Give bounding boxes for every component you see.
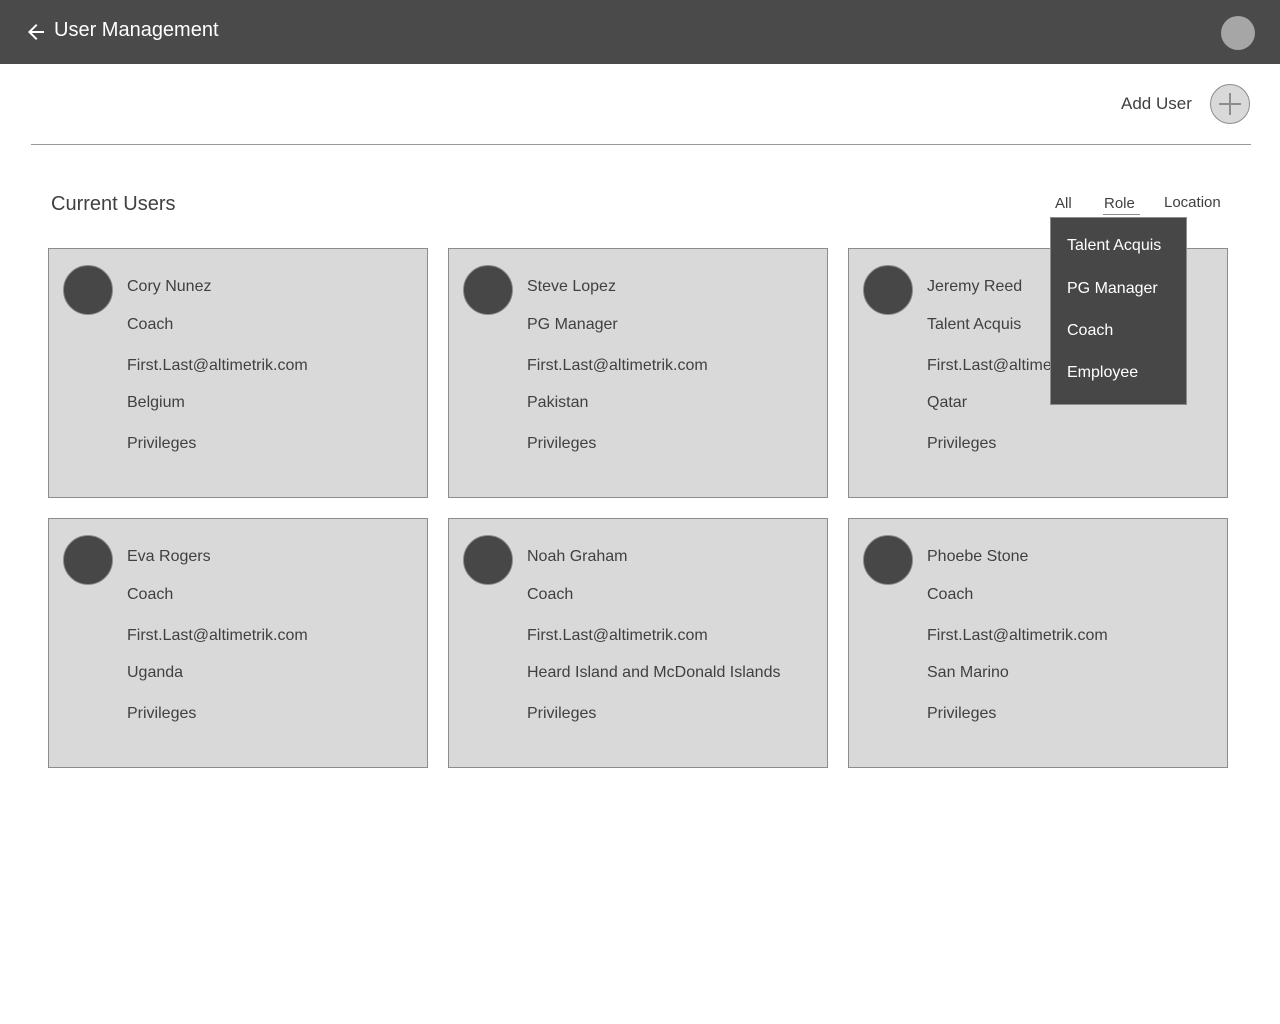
menu-item-pg-manager[interactable]: PG Manager xyxy=(1067,279,1158,299)
avatar xyxy=(863,535,913,585)
user-country: San Marino xyxy=(927,664,1009,681)
plus-icon xyxy=(1219,93,1241,115)
menu-item-talent-acquisition[interactable]: Talent Acquis xyxy=(1067,236,1161,256)
filter-tab-role[interactable]: Role xyxy=(1104,195,1135,213)
app-bar: User Management xyxy=(0,0,1280,64)
menu-item-employee[interactable]: Employee xyxy=(1067,363,1138,383)
add-user-label[interactable]: Add User xyxy=(1121,94,1192,114)
back-button[interactable] xyxy=(24,20,48,44)
privileges-link[interactable]: Privileges xyxy=(927,704,996,724)
user-role: Coach xyxy=(527,586,574,603)
user-role: Talent Acquis xyxy=(927,316,1022,333)
user-country: Heard Island and McDonald Islands xyxy=(527,664,781,681)
user-country: Uganda xyxy=(127,664,184,681)
active-tab-indicator xyxy=(1103,214,1140,215)
user-role: Coach xyxy=(127,586,174,603)
user-card[interactable]: Cory Nunez Coach First.Last@altimetrik.c… xyxy=(48,248,428,498)
user-name: Cory Nunez xyxy=(127,278,212,295)
user-card[interactable]: Noah Graham Coach First.Last@altimetrik.… xyxy=(448,518,828,768)
user-name: Eva Rogers xyxy=(127,548,211,565)
avatar xyxy=(63,265,113,315)
user-role: Coach xyxy=(127,316,174,333)
user-country: Belgium xyxy=(127,394,185,411)
user-email: First.Last@altimetrik.com xyxy=(527,627,708,644)
privileges-link[interactable]: Privileges xyxy=(127,704,196,724)
user-country: Pakistan xyxy=(527,394,589,411)
divider xyxy=(31,144,1251,145)
user-name: Jeremy Reed xyxy=(927,278,1023,295)
page-title: User Management xyxy=(54,19,219,41)
privileges-link[interactable]: Privileges xyxy=(127,434,196,454)
privileges-link[interactable]: Privileges xyxy=(527,434,596,454)
user-role: Coach xyxy=(927,586,974,603)
user-card[interactable]: Steve Lopez PG Manager First.Last@altime… xyxy=(448,248,828,498)
menu-item-coach[interactable]: Coach xyxy=(1067,321,1113,341)
arrow-left-icon xyxy=(28,24,44,40)
privileges-link[interactable]: Privileges xyxy=(527,704,596,724)
role-dropdown-menu: Talent Acquis PG Manager Coach Employee xyxy=(1050,217,1187,405)
filter-tab-location[interactable]: Location xyxy=(1164,194,1221,212)
user-role: PG Manager xyxy=(527,316,618,333)
user-card[interactable]: Phoebe Stone Coach First.Last@altimetrik… xyxy=(848,518,1228,768)
user-email: First.Last@altimetrik.com xyxy=(127,627,308,644)
user-country: Qatar xyxy=(927,394,968,411)
user-email: First.Last@altimetrik.com xyxy=(927,627,1108,644)
avatar xyxy=(463,265,513,315)
avatar xyxy=(863,265,913,315)
add-user-button[interactable] xyxy=(1210,84,1250,124)
user-card[interactable]: Eva Rogers Coach First.Last@altimetrik.c… xyxy=(48,518,428,768)
filter-tab-all[interactable]: All xyxy=(1055,195,1072,213)
section-title: Current Users xyxy=(51,193,176,215)
user-avatar[interactable] xyxy=(1221,16,1255,50)
privileges-link[interactable]: Privileges xyxy=(927,434,996,454)
user-name: Steve Lopez xyxy=(527,278,616,295)
avatar xyxy=(63,535,113,585)
user-email: First.Last@altimetrik.com xyxy=(527,357,708,374)
user-name: Phoebe Stone xyxy=(927,548,1029,565)
user-name: Noah Graham xyxy=(527,548,628,565)
user-email: First.Last@altimetrik.com xyxy=(127,357,308,374)
avatar xyxy=(463,535,513,585)
